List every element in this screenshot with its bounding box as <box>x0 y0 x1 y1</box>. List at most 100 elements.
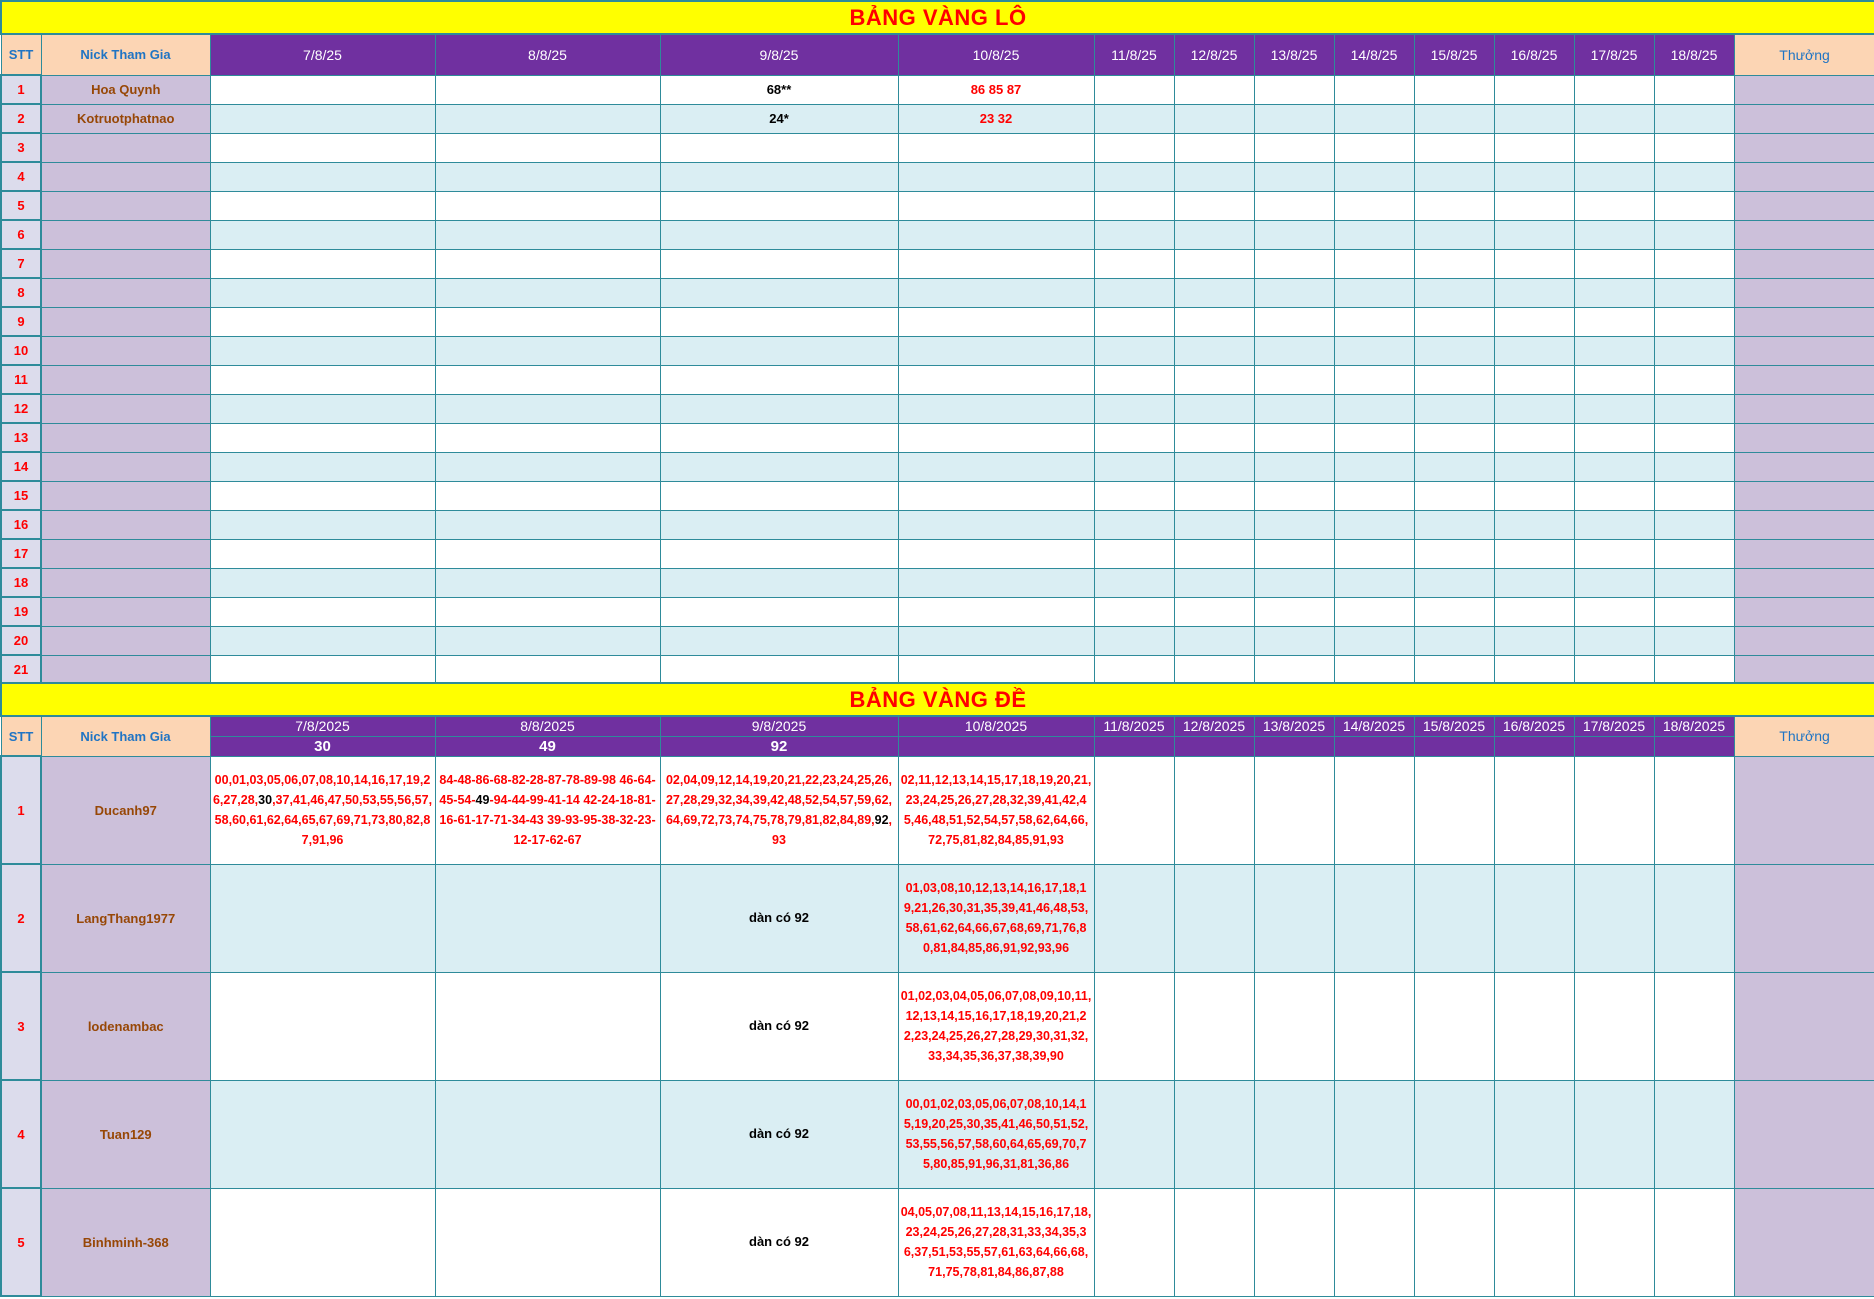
pick-cell[interactable] <box>897 335 1095 366</box>
pick-cell[interactable] <box>1653 755 1735 865</box>
pick-cell[interactable] <box>897 132 1095 163</box>
thuong-cell[interactable] <box>1733 1079 1874 1189</box>
pick-cell[interactable] <box>1653 132 1735 163</box>
pick-cell[interactable] <box>1493 422 1575 453</box>
pick-cell[interactable] <box>1093 74 1175 105</box>
pick-cell[interactable] <box>1173 74 1255 105</box>
thuong-cell[interactable] <box>1733 863 1874 973</box>
pick-cell[interactable]: dàn có 92 <box>659 1187 899 1297</box>
pick-cell[interactable] <box>1493 509 1575 540</box>
pick-cell[interactable] <box>1093 190 1175 221</box>
pick-cell[interactable] <box>1093 567 1175 598</box>
pick-cell[interactable] <box>1253 863 1335 973</box>
pick-cell[interactable] <box>1173 248 1255 279</box>
pick-cell[interactable] <box>1493 132 1575 163</box>
pick-cell[interactable] <box>1493 654 1575 685</box>
pick-cell[interactable] <box>1573 1187 1655 1297</box>
thuong-cell[interactable] <box>1733 219 1874 250</box>
pick-cell[interactable] <box>1573 480 1655 511</box>
pick-cell[interactable] <box>1093 625 1175 656</box>
pick-cell[interactable] <box>1173 863 1255 973</box>
pick-cell[interactable] <box>209 863 436 973</box>
pick-cell[interactable] <box>434 277 661 308</box>
pick-cell[interactable] <box>209 538 436 569</box>
pick-cell[interactable] <box>434 306 661 337</box>
pick-cell[interactable] <box>434 971 661 1081</box>
pick-cell[interactable] <box>434 248 661 279</box>
pick-cell[interactable] <box>1333 625 1415 656</box>
pick-cell[interactable] <box>1333 103 1415 134</box>
pick-cell[interactable] <box>1173 219 1255 250</box>
pick-cell[interactable] <box>1413 422 1495 453</box>
pick-cell[interactable] <box>1253 277 1335 308</box>
thuong-cell[interactable] <box>1733 190 1874 221</box>
pick-cell[interactable] <box>209 219 436 250</box>
pick-cell[interactable] <box>1333 1187 1415 1297</box>
pick-cell[interactable] <box>1173 509 1255 540</box>
pick-cell[interactable]: 86 85 87 <box>897 74 1095 105</box>
nick-cell[interactable] <box>40 422 211 453</box>
pick-cell[interactable] <box>209 451 436 482</box>
pick-cell[interactable] <box>1093 755 1175 865</box>
pick-cell[interactable] <box>1413 654 1495 685</box>
pick-cell[interactable] <box>1173 755 1255 865</box>
nick-cell[interactable]: Tuan129 <box>40 1079 211 1189</box>
pick-cell[interactable] <box>897 451 1095 482</box>
pick-cell[interactable] <box>1333 190 1415 221</box>
pick-cell[interactable] <box>1333 132 1415 163</box>
pick-cell[interactable] <box>1253 567 1335 598</box>
pick-cell[interactable] <box>1333 74 1415 105</box>
pick-cell[interactable] <box>1573 625 1655 656</box>
pick-cell[interactable] <box>659 248 899 279</box>
pick-cell[interactable] <box>659 132 899 163</box>
nick-cell[interactable] <box>40 248 211 279</box>
pick-cell[interactable] <box>1333 364 1415 395</box>
nick-cell[interactable] <box>40 219 211 250</box>
nick-cell[interactable]: Kotruotphatnao <box>40 103 211 134</box>
pick-cell[interactable] <box>1173 596 1255 627</box>
pick-cell[interactable] <box>897 190 1095 221</box>
pick-cell[interactable]: 02,11,12,13,14,15,17,18,19,20,21,23,24,2… <box>897 755 1095 865</box>
pick-cell[interactable] <box>1653 103 1735 134</box>
pick-cell[interactable] <box>434 480 661 511</box>
pick-cell[interactable] <box>1173 103 1255 134</box>
pick-cell[interactable] <box>1173 567 1255 598</box>
pick-cell[interactable] <box>1173 422 1255 453</box>
pick-cell[interactable] <box>1253 654 1335 685</box>
thuong-cell[interactable] <box>1733 277 1874 308</box>
pick-cell[interactable] <box>1333 654 1415 685</box>
pick-cell[interactable] <box>1253 971 1335 1081</box>
pick-cell[interactable] <box>1653 306 1735 337</box>
pick-cell[interactable] <box>434 364 661 395</box>
thuong-cell[interactable] <box>1733 393 1874 424</box>
pick-cell[interactable] <box>1093 971 1175 1081</box>
pick-cell[interactable] <box>1093 1187 1175 1297</box>
pick-cell[interactable] <box>1493 277 1575 308</box>
thuong-cell[interactable] <box>1733 567 1874 598</box>
pick-cell[interactable] <box>1253 480 1335 511</box>
pick-cell[interactable] <box>1253 103 1335 134</box>
pick-cell[interactable] <box>1093 219 1175 250</box>
pick-cell[interactable] <box>209 1079 436 1189</box>
pick-cell[interactable] <box>1653 335 1735 366</box>
pick-cell[interactable] <box>1173 971 1255 1081</box>
pick-cell[interactable] <box>1093 596 1175 627</box>
pick-cell[interactable] <box>434 625 661 656</box>
nick-cell[interactable]: LangThang1977 <box>40 863 211 973</box>
pick-cell[interactable] <box>1573 161 1655 192</box>
pick-cell[interactable] <box>1253 393 1335 424</box>
pick-cell[interactable] <box>1413 306 1495 337</box>
pick-cell[interactable] <box>1653 451 1735 482</box>
pick-cell[interactable] <box>209 480 436 511</box>
pick-cell[interactable] <box>1253 625 1335 656</box>
pick-cell[interactable] <box>1253 451 1335 482</box>
pick-cell[interactable] <box>1573 509 1655 540</box>
pick-cell[interactable] <box>1413 1187 1495 1297</box>
pick-cell[interactable] <box>897 654 1095 685</box>
pick-cell[interactable] <box>434 567 661 598</box>
pick-cell[interactable] <box>659 277 899 308</box>
pick-cell[interactable] <box>1573 393 1655 424</box>
pick-cell[interactable] <box>1333 1079 1415 1189</box>
nick-cell[interactable]: Binhminh-368 <box>40 1187 211 1297</box>
pick-cell[interactable] <box>1333 277 1415 308</box>
